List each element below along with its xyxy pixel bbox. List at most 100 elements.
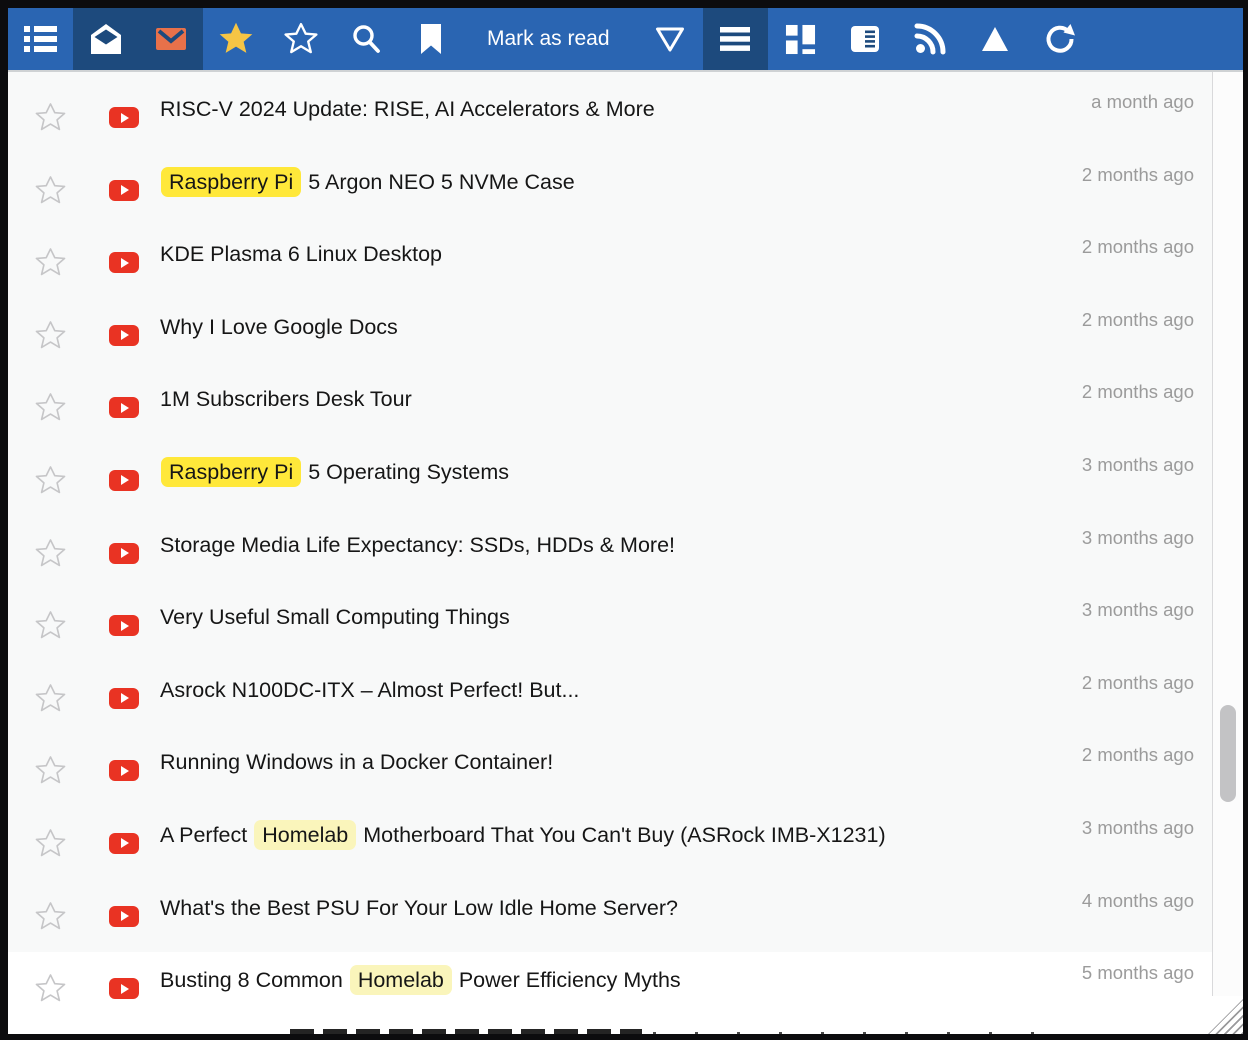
star-outline-icon[interactable] (35, 392, 66, 423)
list-item[interactable]: Busting 8 Common Homelab Power Efficienc… (8, 952, 1212, 1025)
star-outline-icon[interactable] (35, 247, 66, 278)
item-timestamp: 5 months ago (1082, 962, 1194, 984)
star-outline-icon[interactable] (35, 102, 66, 133)
bookmark-button[interactable] (398, 8, 463, 70)
mark-as-read-button[interactable]: Mark as read (463, 8, 638, 70)
play-icon (121, 475, 129, 485)
window-resize-grip[interactable] (1205, 996, 1243, 1034)
star-outline-icon[interactable] (35, 175, 66, 206)
item-timestamp: 2 months ago (1082, 381, 1194, 403)
star-filled-icon (218, 21, 254, 57)
flag-starred-button[interactable] (203, 8, 268, 70)
star-outline-icon[interactable] (35, 538, 66, 569)
star-outline-icon[interactable] (35, 755, 66, 786)
unread-envelope-icon (155, 23, 187, 55)
item-title: Raspberry Pi 5 Argon NEO 5 NVMe Case (160, 169, 1037, 195)
article-pane-button[interactable] (833, 8, 898, 70)
filter-button[interactable] (638, 8, 703, 70)
clipped-row-text-fragment (653, 1032, 1061, 1034)
play-icon (121, 113, 129, 123)
content-area: RISC-V 2024 Update: RISE, AI Accelerator… (8, 72, 1243, 1034)
filter-triangle-icon (654, 24, 686, 54)
scrollbar-track[interactable] (1213, 72, 1243, 1034)
list-icon (24, 26, 57, 53)
play-icon (121, 548, 129, 558)
search-button[interactable] (333, 8, 398, 70)
play-icon (121, 766, 129, 776)
play-icon (121, 911, 129, 921)
item-timestamp: 3 months ago (1082, 817, 1194, 839)
item-title: Very Useful Small Computing Things (160, 604, 1037, 630)
item-timestamp: 2 months ago (1082, 164, 1194, 186)
list-item[interactable]: A Perfect Homelab Motherboard That You C… (8, 807, 1212, 880)
toolbar: Mark as read (8, 8, 1243, 72)
clipped-next-row (8, 1025, 1212, 1034)
star-outline-icon[interactable] (35, 320, 66, 351)
list-item[interactable]: KDE Plasma 6 Linux Desktop 2 months ago (8, 226, 1212, 299)
star-outline-icon[interactable] (35, 828, 66, 859)
item-timestamp: 2 months ago (1082, 309, 1194, 331)
youtube-icon (109, 760, 139, 781)
up-triangle-icon (980, 25, 1010, 53)
play-icon (121, 621, 129, 631)
feed-reader-window: Mark as read (8, 8, 1243, 1034)
layout-button[interactable] (768, 8, 833, 70)
youtube-icon (109, 688, 139, 709)
item-title: Raspberry Pi 5 Operating Systems (160, 459, 1037, 485)
mark-read-envelope-button[interactable] (73, 8, 138, 70)
list-item[interactable]: 1M Subscribers Desk Tour 2 months ago (8, 371, 1212, 444)
list-item[interactable]: Running Windows in a Docker Container! 2… (8, 734, 1212, 807)
refresh-button[interactable] (1028, 8, 1093, 70)
refresh-icon (1044, 23, 1076, 55)
list-item[interactable]: Raspberry Pi 5 Argon NEO 5 NVMe Case 2 m… (8, 154, 1212, 227)
star-outline-icon[interactable] (35, 973, 66, 1004)
item-title: KDE Plasma 6 Linux Desktop (160, 241, 1037, 267)
item-timestamp: 2 months ago (1082, 236, 1194, 258)
play-icon (121, 838, 129, 848)
list-item[interactable]: What's the Best PSU For Your Low Idle Ho… (8, 880, 1212, 953)
clipped-row-text-fragment (290, 1029, 642, 1034)
item-timestamp: 2 months ago (1082, 744, 1194, 766)
youtube-icon (109, 833, 139, 854)
rss-icon (914, 23, 946, 55)
youtube-icon (109, 180, 139, 201)
article-list: RISC-V 2024 Update: RISE, AI Accelerator… (8, 72, 1212, 1034)
youtube-icon (109, 615, 139, 636)
play-icon (121, 403, 129, 413)
list-item[interactable]: Asrock N100DC-ITX – Almost Perfect! But.… (8, 662, 1212, 735)
rss-button[interactable] (898, 8, 963, 70)
list-item[interactable]: Why I Love Google Docs 2 months ago (8, 299, 1212, 372)
article-pane-icon (850, 23, 880, 55)
list-item[interactable]: Very Useful Small Computing Things 3 mon… (8, 589, 1212, 662)
item-timestamp: 3 months ago (1082, 527, 1194, 549)
youtube-icon (109, 906, 139, 927)
item-title: 1M Subscribers Desk Tour (160, 386, 1037, 412)
youtube-icon (109, 543, 139, 564)
list-item[interactable]: Raspberry Pi 5 Operating Systems 3 month… (8, 444, 1212, 517)
star-outline-icon[interactable] (35, 901, 66, 932)
item-title: What's the Best PSU For Your Low Idle Ho… (160, 895, 1037, 921)
list-item[interactable]: RISC-V 2024 Update: RISE, AI Accelerator… (8, 81, 1212, 154)
search-icon (350, 23, 382, 55)
youtube-icon (109, 397, 139, 418)
star-outline-icon (284, 22, 318, 56)
item-title: Running Windows in a Docker Container! (160, 749, 1037, 775)
scroll-top-button[interactable] (963, 8, 1028, 70)
youtube-icon (109, 470, 139, 491)
list-view-button[interactable] (8, 8, 73, 70)
menu-button[interactable] (703, 8, 768, 70)
youtube-icon (109, 252, 139, 273)
star-outline-icon[interactable] (35, 610, 66, 641)
star-outline-icon[interactable] (35, 465, 66, 496)
item-title: Asrock N100DC-ITX – Almost Perfect! But.… (160, 677, 1037, 703)
play-icon (121, 984, 129, 994)
item-timestamp: a month ago (1091, 91, 1194, 113)
scrollbar-thumb[interactable] (1220, 705, 1236, 802)
youtube-icon (109, 978, 139, 999)
unflag-star-button[interactable] (268, 8, 333, 70)
item-timestamp: 3 months ago (1082, 454, 1194, 476)
star-outline-icon[interactable] (35, 683, 66, 714)
mark-unread-envelope-button[interactable] (138, 8, 203, 70)
grid-layout-icon (785, 24, 816, 55)
list-item[interactable]: Storage Media Life Expectancy: SSDs, HDD… (8, 517, 1212, 590)
